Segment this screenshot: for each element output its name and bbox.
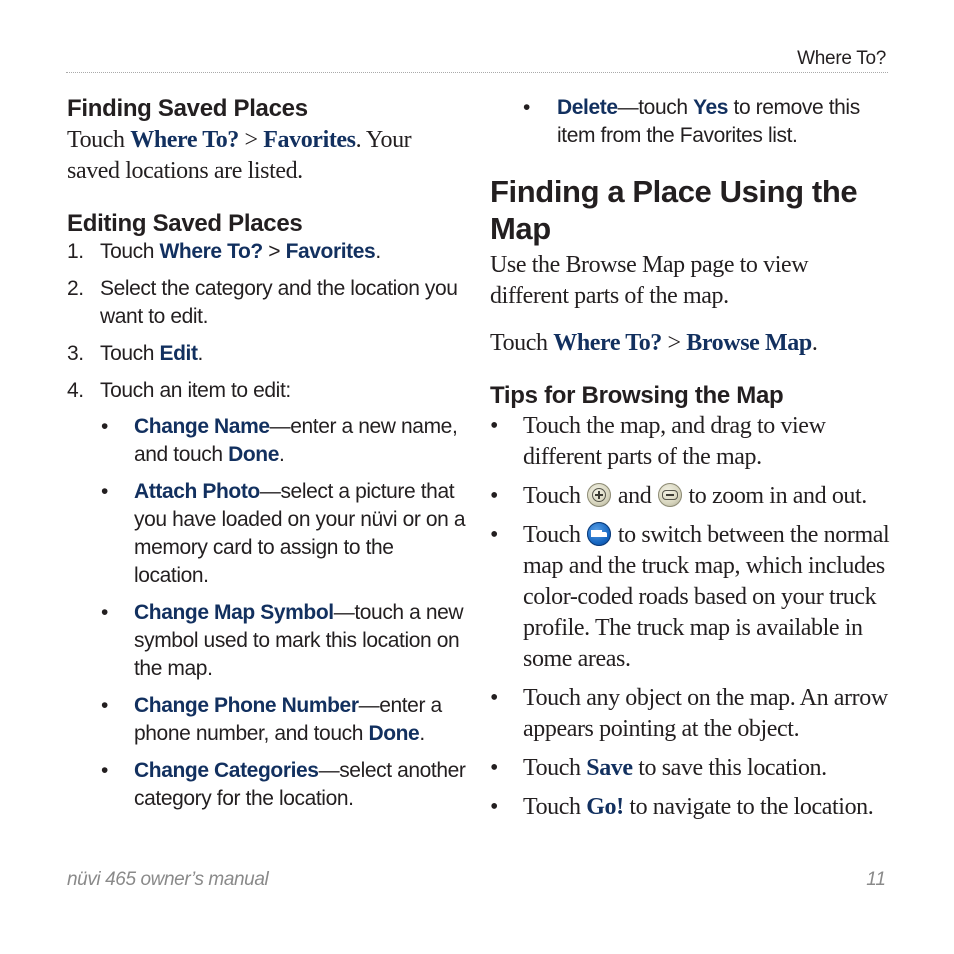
text: and xyxy=(612,483,657,509)
text: Touch xyxy=(67,127,131,153)
ui-term: Attach Photo xyxy=(134,480,260,503)
ui-term-where-to: Where To? xyxy=(159,240,263,263)
bullet: • xyxy=(490,483,499,509)
editing-saved-places-section: Editing Saved Places 1. Touch Where To? … xyxy=(67,209,467,813)
text: > xyxy=(238,127,264,153)
text: to save this location. xyxy=(632,755,827,781)
text: Touch xyxy=(523,483,587,509)
text: to navigate to the location. xyxy=(623,794,874,820)
text: Touch xyxy=(523,794,587,820)
section-heading: Editing Saved Places xyxy=(67,210,303,237)
bullet: • xyxy=(490,413,499,439)
list-item: 3. Touch Edit. xyxy=(67,340,467,368)
ui-term-where-to: Where To? xyxy=(553,330,662,356)
bullet: • xyxy=(490,522,499,548)
ui-term-delete: Delete xyxy=(557,96,618,119)
option-item: • Change Categories—select another categ… xyxy=(67,757,467,813)
text: to zoom in and out. xyxy=(682,483,868,509)
text: Select the category and the location you… xyxy=(100,277,458,328)
step-number: 2. xyxy=(67,277,84,300)
option-item: • Delete—touch Yes to remove this item f… xyxy=(490,94,890,150)
bullet: • xyxy=(490,755,499,781)
text: Touch xyxy=(523,522,587,548)
text: Touch xyxy=(490,330,554,356)
text: . xyxy=(375,240,381,263)
ui-term-where-to: Where To? xyxy=(130,127,239,153)
tip-item: • Touch Save to save this location. xyxy=(490,753,890,784)
zoom-out-icon xyxy=(657,483,682,507)
option-item: • Change Name—enter a new name, and touc… xyxy=(67,413,467,469)
step-number: 1. xyxy=(67,240,84,263)
options-continued: • Delete—touch Yes to remove this item f… xyxy=(490,94,890,150)
tips-list: • Touch the map, and drag to view differ… xyxy=(490,411,890,823)
bullet: • xyxy=(101,759,108,782)
bullet: • xyxy=(490,685,499,711)
section-title: Finding a Place Using the Map xyxy=(490,174,858,246)
ui-term-favorites: Favorites xyxy=(263,127,356,153)
bullet: • xyxy=(101,415,108,438)
tip-item: • Touch and to zoom in and out. xyxy=(490,481,890,512)
tip-item: • Touch Go! to navigate to the location. xyxy=(490,792,890,823)
list-item: 1. Touch Where To? > Favorites. xyxy=(67,238,467,266)
ui-term: Change Phone Number xyxy=(134,694,359,717)
ui-term: Done xyxy=(228,443,279,466)
text: Touch the map, and drag to view differen… xyxy=(523,413,826,470)
text: . xyxy=(419,722,425,745)
section-heading: Finding Saved Places xyxy=(67,95,308,122)
text: Touch an item to edit: xyxy=(100,379,291,402)
list-item: 4. Touch an item to edit: xyxy=(67,377,467,405)
ui-term-go: Go! xyxy=(586,794,624,820)
left-column: Finding Saved Places Touch Where To? > F… xyxy=(67,94,467,813)
tip-item: • Touch the map, and drag to view differ… xyxy=(490,411,890,473)
bullet: • xyxy=(490,794,499,820)
page-number: 11 xyxy=(866,869,886,890)
ui-term-save: Save xyxy=(586,755,633,781)
ui-term-yes: Yes xyxy=(693,96,729,119)
finding-place-map-section: Finding a Place Using the Map Use the Br… xyxy=(490,173,890,359)
option-item: • Change Map Symbol—touch a new symbol u… xyxy=(67,599,467,683)
text: —touch xyxy=(617,96,694,119)
paragraph: Use the Browse Map page to view differen… xyxy=(490,252,809,309)
ui-term-favorites: Favorites xyxy=(285,240,376,263)
steps-list: 1. Touch Where To? > Favorites. 2. Selec… xyxy=(67,238,467,813)
tips-section: Tips for Browsing the Map • Touch the ma… xyxy=(490,381,890,823)
ui-term: Done xyxy=(368,722,420,745)
text: > xyxy=(262,240,286,263)
bullet: • xyxy=(101,694,108,717)
ui-term: Change Categories xyxy=(134,759,319,782)
ui-term: Change Map Symbol xyxy=(134,601,334,624)
tip-item: • Touch any object on the map. An arrow … xyxy=(490,683,890,745)
text: . xyxy=(279,443,285,466)
ui-term-edit: Edit xyxy=(159,342,198,365)
text: Touch xyxy=(100,342,160,365)
footer-manual-title: nüvi 465 owner’s manual xyxy=(67,869,269,890)
ui-term-browse-map: Browse Map xyxy=(686,330,812,356)
truck-map-icon xyxy=(587,522,612,546)
paragraph: Touch Where To? > Favorites. Your saved … xyxy=(67,125,467,187)
step-number: 4. xyxy=(67,379,84,402)
text: . xyxy=(197,342,204,365)
ui-term: Change Name xyxy=(134,415,270,438)
right-column: • Delete—touch Yes to remove this item f… xyxy=(490,94,890,823)
text: Touch any object on the map. An arrow ap… xyxy=(523,685,888,742)
bullet: • xyxy=(101,480,108,503)
bullet: • xyxy=(101,601,108,624)
text: Touch xyxy=(100,240,160,263)
option-item: • Change Phone Number—enter a phone numb… xyxy=(67,692,467,748)
text: . xyxy=(811,330,818,356)
tip-item: • Touch to switch between the normal map… xyxy=(490,520,890,675)
section-heading: Tips for Browsing the Map xyxy=(490,382,784,409)
running-header: Where To? xyxy=(797,48,886,69)
option-item: • Attach Photo—select a picture that you… xyxy=(67,478,467,590)
text: > xyxy=(661,330,687,356)
zoom-in-icon xyxy=(587,483,612,507)
step-number: 3. xyxy=(67,342,84,365)
finding-saved-places-section: Finding Saved Places Touch Where To? > F… xyxy=(67,94,467,187)
text: Touch xyxy=(523,755,587,781)
list-item: 2. Select the category and the location … xyxy=(67,275,467,331)
bullet: • xyxy=(523,96,530,119)
paragraph: Touch Where To? > Browse Map. xyxy=(490,328,890,359)
header-divider xyxy=(66,72,888,73)
